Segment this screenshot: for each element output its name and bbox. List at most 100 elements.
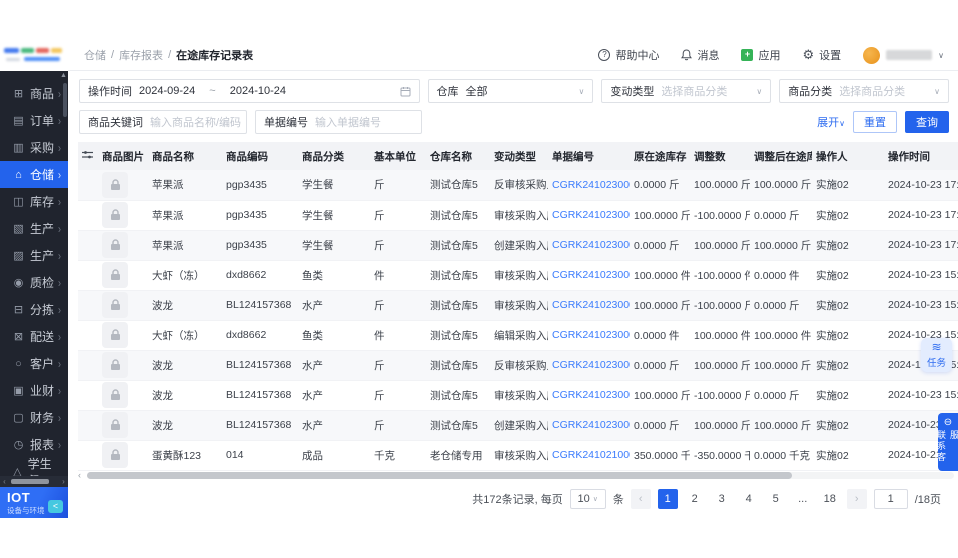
search-button[interactable]: 查询 [905, 111, 949, 133]
contact-service-button[interactable]: ⊖ 联系客服 [936, 413, 958, 471]
column-header[interactable]: 调整数 [690, 142, 750, 170]
table-row[interactable]: 苹果派 pgp3435 学生餐 斤 测试仓库5 创建采购入库 CGRK24102… [78, 230, 958, 261]
next-page-button[interactable]: › [846, 488, 867, 509]
sidebar-item[interactable]: ◫ 库存 › [0, 188, 68, 215]
breadcrumb-item[interactable]: 仓储 [84, 47, 106, 63]
page-number-button[interactable]: 18 [820, 489, 840, 509]
date-range-input[interactable]: 操作时间 2024-09-24 ~ 2024-10-24 [79, 79, 420, 103]
sidebar-hscroll-thumb[interactable] [11, 479, 49, 484]
column-header[interactable]: 调整后在途库存 [750, 142, 812, 170]
sidebar-item[interactable]: ○ 客户 › [0, 350, 68, 377]
task-stack-icon: ≋ [931, 340, 942, 354]
settings-button[interactable]: ⚙ 设置 [802, 47, 841, 63]
messages-button[interactable]: 消息 [681, 47, 719, 63]
doc-no-link[interactable]: CGRK24102300002 [548, 200, 630, 231]
doc-no-link[interactable]: CGRK24102300002 [548, 230, 630, 261]
table-row[interactable]: 大虾（冻） dxd8662 鱼类 件 测试仓库5 编辑采购入库 CGRK2410… [78, 320, 958, 351]
scroll-left-icon[interactable]: ‹ [78, 470, 81, 480]
user-menu[interactable]: ∨ [863, 46, 944, 64]
column-header[interactable]: 操作时间 [884, 142, 958, 170]
operate-time: 2024-10-23 17:43 [884, 200, 958, 231]
doc-no-link[interactable]: CGRK24102100002 [548, 440, 630, 471]
chevron-right-icon: › [58, 168, 61, 181]
product-category: 水产 [298, 410, 370, 441]
column-header[interactable]: 仓库名称 [426, 142, 490, 170]
table-horizontal-scrollbar[interactable]: ‹ [78, 470, 958, 480]
table-row[interactable]: 大虾（冻） dxd8662 鱼类 件 测试仓库5 审核采购入库 CGRK2410… [78, 260, 958, 291]
column-header[interactable]: 商品分类 [298, 142, 370, 170]
sidebar-scrollbar-thumb[interactable] [63, 83, 67, 117]
table-row[interactable]: 波龙 BL124157368 水产 斤 测试仓库5 审核采购入库 CGRK241… [78, 380, 958, 411]
column-header[interactable]: 原在途库存 [630, 142, 690, 170]
table-row[interactable]: 苹果派 pgp3435 学生餐 斤 测试仓库5 审核采购入库 CGRK24102… [78, 200, 958, 231]
jump-page-input[interactable]: 1 [873, 488, 908, 509]
sidebar-item-icon: ○ [15, 357, 22, 370]
table-row[interactable]: 波龙 BL124157368 水产 斤 测试仓库5 审核采购入库 CGRK241… [78, 290, 958, 321]
stock-before: 100.0000 斤 [630, 290, 690, 321]
hscroll-thumb[interactable] [87, 471, 792, 479]
page-number-button[interactable]: 2 [685, 489, 705, 509]
reset-button[interactable]: 重置 [853, 111, 897, 133]
doc-no-link[interactable]: CGRK24102300001 [548, 350, 630, 381]
column-header[interactable]: 商品图片 [98, 142, 148, 170]
column-header[interactable]: 单据编号 [548, 142, 630, 170]
page-number-button[interactable]: ... [793, 489, 813, 509]
table-row[interactable]: 苹果派 pgp3435 学生餐 斤 测试仓库5 反审核采购入库 CGRK2410… [78, 170, 958, 201]
column-header[interactable]: 基本单位 [370, 142, 426, 170]
page-number-button[interactable]: 3 [712, 489, 732, 509]
column-header[interactable]: 商品名称 [148, 142, 222, 170]
task-float-button[interactable]: ≋ 任务 [921, 338, 952, 372]
doc-no-link[interactable]: CGRK24102300001 [548, 410, 630, 441]
table-row[interactable]: 蛋黄酥123 014 成品 千克 老仓储专用 审核采购入库 CGRK241021… [78, 440, 958, 471]
sidebar-item[interactable]: ▣ 业财 › [0, 377, 68, 404]
keyword-input[interactable]: 商品关键词 输入商品名称/编码 [79, 110, 247, 134]
scroll-right-icon[interactable]: › [59, 477, 68, 486]
table-row[interactable]: 波龙 BL124157368 水产 斤 测试仓库5 创建采购入库 CGRK241… [78, 410, 958, 441]
sidebar-item[interactable]: ▧ 生产 › [0, 215, 68, 242]
doc-no-link[interactable]: CGRK24102300002 [548, 170, 630, 201]
scroll-left-icon[interactable]: ‹ [0, 477, 9, 486]
column-header[interactable]: 商品编码 [222, 142, 298, 170]
chevron-right-icon: › [58, 330, 61, 343]
sidebar-item-icon: ◫ [13, 196, 24, 208]
sidebar-item-icon: ▨ [13, 250, 24, 262]
sidebar-item[interactable]: ▨ 生产 › [0, 242, 68, 269]
sidebar-item[interactable]: ⊠ 配送 › [0, 323, 68, 350]
prev-page-button[interactable]: ‹ [630, 488, 651, 509]
column-settings-icon[interactable] [78, 142, 98, 170]
contact-service-label: 联系客服 [936, 430, 958, 463]
page-number-button[interactable]: 5 [766, 489, 786, 509]
sidebar-item[interactable]: ▢ 财务 › [0, 404, 68, 431]
doc-no-link[interactable]: CGRK24102300001 [548, 260, 630, 291]
adjust-qty: -100.0000 斤 [690, 290, 750, 321]
page-number-button[interactable]: 4 [739, 489, 759, 509]
sidebar-item[interactable]: ⌂ 仓储 › [0, 161, 68, 188]
sidebar-item[interactable]: ▤ 订单 › [0, 107, 68, 134]
breadcrumb-item[interactable]: 库存报表 [119, 47, 163, 63]
doc-no-link[interactable]: CGRK24102300001 [548, 380, 630, 411]
category-select[interactable]: 商品分类 选择商品分类 ∨ [779, 79, 950, 103]
column-header[interactable]: 变动类型 [490, 142, 548, 170]
warehouse-select[interactable]: 仓库 全部 ∨ [427, 79, 594, 103]
doc-no-link[interactable]: CGRK24102300001 [548, 320, 630, 351]
apps-button[interactable]: + 应用 [741, 47, 780, 63]
change-type-select[interactable]: 变动类型 选择商品分类 ∨ [601, 79, 772, 103]
iot-banner[interactable]: IOT 设备与环境 < [0, 487, 68, 518]
doc-no-input[interactable]: 单据编号 输入单据编号 [255, 110, 422, 134]
sidebar-item[interactable]: ▥ 采购 › [0, 134, 68, 161]
table-row[interactable]: 波龙 BL124157368 水产 斤 测试仓库5 反审核采购入库 CGRK24… [78, 350, 958, 381]
chevron-down-icon: ∨ [592, 495, 598, 503]
sidebar-horizontal-scrollbar[interactable]: ‹ › [0, 476, 68, 487]
sidebar-item-label: 生产 [30, 249, 55, 263]
sidebar-scrollbar-up[interactable]: ▲ [59, 71, 68, 80]
help-center-button[interactable]: ? 帮助中心 [598, 47, 659, 63]
sidebar-item[interactable]: ⊞ 商品 › [0, 80, 68, 107]
page-number-button[interactable]: 1 [657, 488, 678, 509]
per-page-select[interactable]: 10 ∨ [569, 488, 606, 509]
sidebar-item[interactable]: ◉ 质检 › [0, 269, 68, 296]
change-type: 创建采购入库 [490, 230, 548, 261]
column-header[interactable]: 操作人 [812, 142, 884, 170]
sidebar-item[interactable]: ⊟ 分拣 › [0, 296, 68, 323]
expand-toggle[interactable]: 展开∨ [817, 114, 845, 130]
doc-no-link[interactable]: CGRK24102300001 [548, 290, 630, 321]
